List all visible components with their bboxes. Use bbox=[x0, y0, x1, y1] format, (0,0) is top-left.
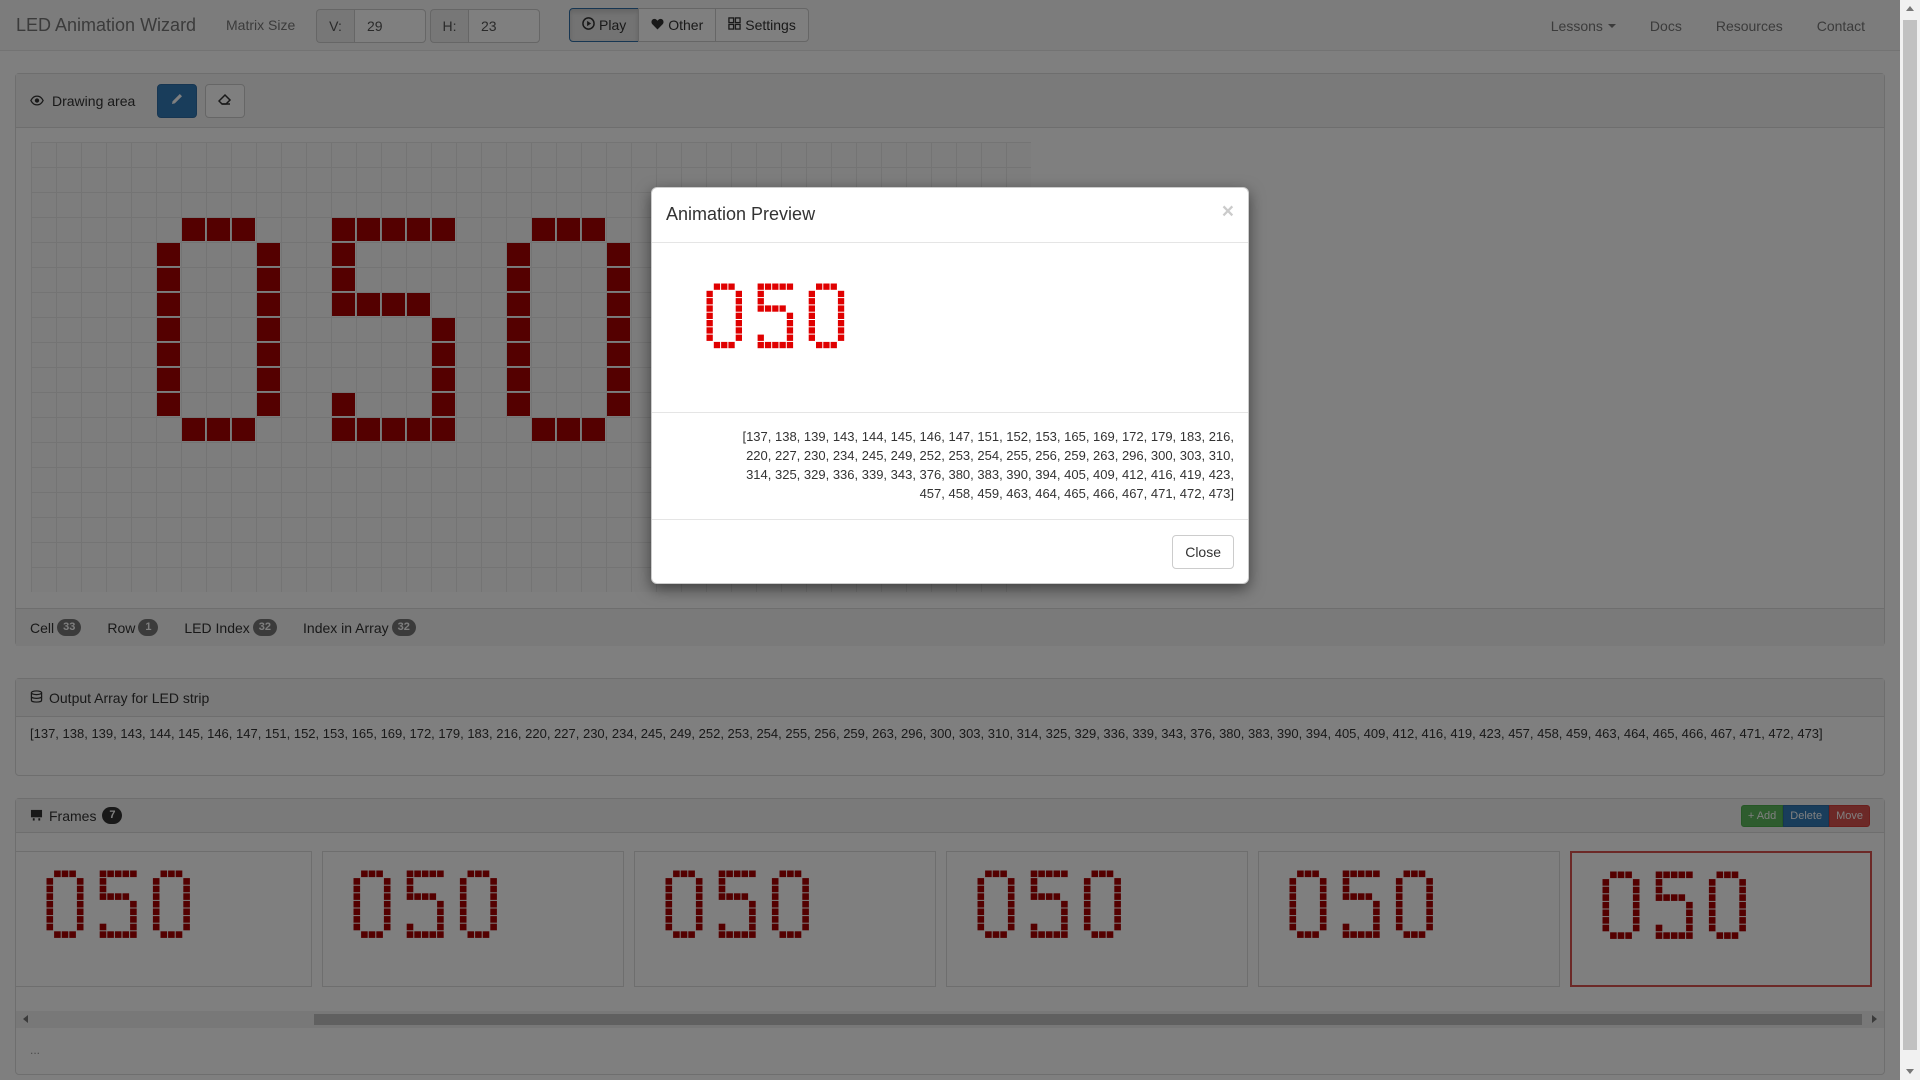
modal-header: Animation Preview × bbox=[652, 188, 1248, 243]
modal-close-icon[interactable]: × bbox=[1222, 200, 1234, 224]
preview-led-pixel bbox=[808, 298, 815, 305]
preview-led-pixel bbox=[786, 334, 794, 341]
preview-led-pixel bbox=[706, 290, 713, 298]
scroll-up-arrow-icon[interactable] bbox=[1906, 6, 1914, 11]
preview-led-pixel bbox=[728, 341, 735, 349]
preview-led-pixel bbox=[779, 305, 786, 312]
preview-led-pixel bbox=[772, 305, 779, 312]
preview-led-pixel bbox=[706, 334, 713, 341]
preview-led-pixel bbox=[823, 283, 830, 290]
preview-led-pixel bbox=[757, 341, 764, 349]
preview-led-pixel bbox=[772, 283, 779, 290]
preview-led-pixel bbox=[706, 298, 713, 305]
preview-led-pixel bbox=[772, 341, 779, 349]
page-vertical-scrollbar[interactable] bbox=[1900, 0, 1920, 1080]
preview-led-pixel bbox=[735, 305, 742, 312]
modal-close-button[interactable]: Close bbox=[1172, 535, 1234, 569]
preview-led-pixel bbox=[764, 341, 772, 349]
preview-led-pixel bbox=[786, 341, 794, 349]
preview-led-pixel bbox=[808, 290, 815, 298]
animation-preview-display bbox=[706, 283, 845, 349]
page-scroll-thumb[interactable] bbox=[1903, 20, 1917, 1050]
preview-led-pixel bbox=[706, 320, 713, 327]
preview-led-pixel bbox=[757, 305, 764, 312]
preview-led-pixel bbox=[816, 283, 823, 290]
preview-led-pixel bbox=[757, 334, 764, 341]
preview-led-pixel bbox=[735, 312, 742, 319]
preview-led-pixel bbox=[706, 327, 713, 334]
preview-led-pixel bbox=[786, 283, 794, 290]
modal-preview-area bbox=[652, 243, 1248, 413]
preview-led-pixel bbox=[779, 341, 786, 349]
preview-led-pixel bbox=[757, 298, 764, 305]
modal-array-line: [137, 138, 139, 143, 144, 145, 146, 147,… bbox=[742, 429, 1234, 444]
preview-led-pixel bbox=[721, 283, 728, 290]
preview-led-pixel bbox=[837, 312, 845, 319]
preview-led-pixel bbox=[816, 341, 823, 349]
preview-led-pixel bbox=[808, 320, 815, 327]
preview-led-pixel bbox=[837, 305, 845, 312]
animation-preview-modal: Animation Preview × [137, 138, 139, 143,… bbox=[651, 187, 1249, 584]
preview-led-pixel bbox=[757, 283, 764, 290]
preview-led-pixel bbox=[764, 305, 772, 312]
preview-led-pixel bbox=[713, 341, 721, 349]
preview-led-pixel bbox=[706, 312, 713, 319]
preview-led-pixel bbox=[808, 334, 815, 341]
preview-led-pixel bbox=[837, 290, 845, 298]
preview-led-pixel bbox=[779, 283, 786, 290]
preview-led-pixel bbox=[735, 327, 742, 334]
preview-led-pixel bbox=[728, 283, 735, 290]
modal-array-line: 457, 458, 459, 463, 464, 465, 466, 467, … bbox=[919, 486, 1234, 501]
modal-title: Animation Preview bbox=[666, 204, 816, 224]
preview-led-pixel bbox=[735, 290, 742, 298]
modal-array-line: 314, 325, 329, 336, 339, 343, 376, 380, … bbox=[746, 467, 1234, 482]
preview-led-pixel bbox=[837, 334, 845, 341]
preview-led-pixel bbox=[837, 320, 845, 327]
modal-footer: Close bbox=[652, 520, 1248, 583]
preview-led-pixel bbox=[757, 290, 764, 298]
preview-led-pixel bbox=[830, 341, 837, 349]
preview-led-pixel bbox=[721, 341, 728, 349]
preview-led-pixel bbox=[713, 283, 721, 290]
preview-led-pixel bbox=[808, 312, 815, 319]
preview-led-pixel bbox=[837, 327, 845, 334]
preview-led-pixel bbox=[808, 305, 815, 312]
preview-led-pixel bbox=[808, 327, 815, 334]
preview-led-pixel bbox=[786, 327, 794, 334]
preview-led-pixel bbox=[786, 320, 794, 327]
preview-led-pixel bbox=[823, 341, 830, 349]
preview-led-pixel bbox=[706, 305, 713, 312]
modal-array-line: 220, 227, 230, 234, 245, 249, 252, 253, … bbox=[746, 448, 1234, 463]
preview-led-pixel bbox=[830, 283, 837, 290]
preview-led-pixel bbox=[735, 320, 742, 327]
preview-led-pixel bbox=[764, 283, 772, 290]
preview-led-pixel bbox=[837, 298, 845, 305]
preview-led-pixel bbox=[735, 334, 742, 341]
preview-led-pixel bbox=[735, 298, 742, 305]
preview-led-pixel bbox=[786, 312, 794, 319]
scroll-down-arrow-icon[interactable] bbox=[1906, 1069, 1914, 1074]
modal-array-text: [137, 138, 139, 143, 144, 145, 146, 147,… bbox=[652, 413, 1248, 520]
